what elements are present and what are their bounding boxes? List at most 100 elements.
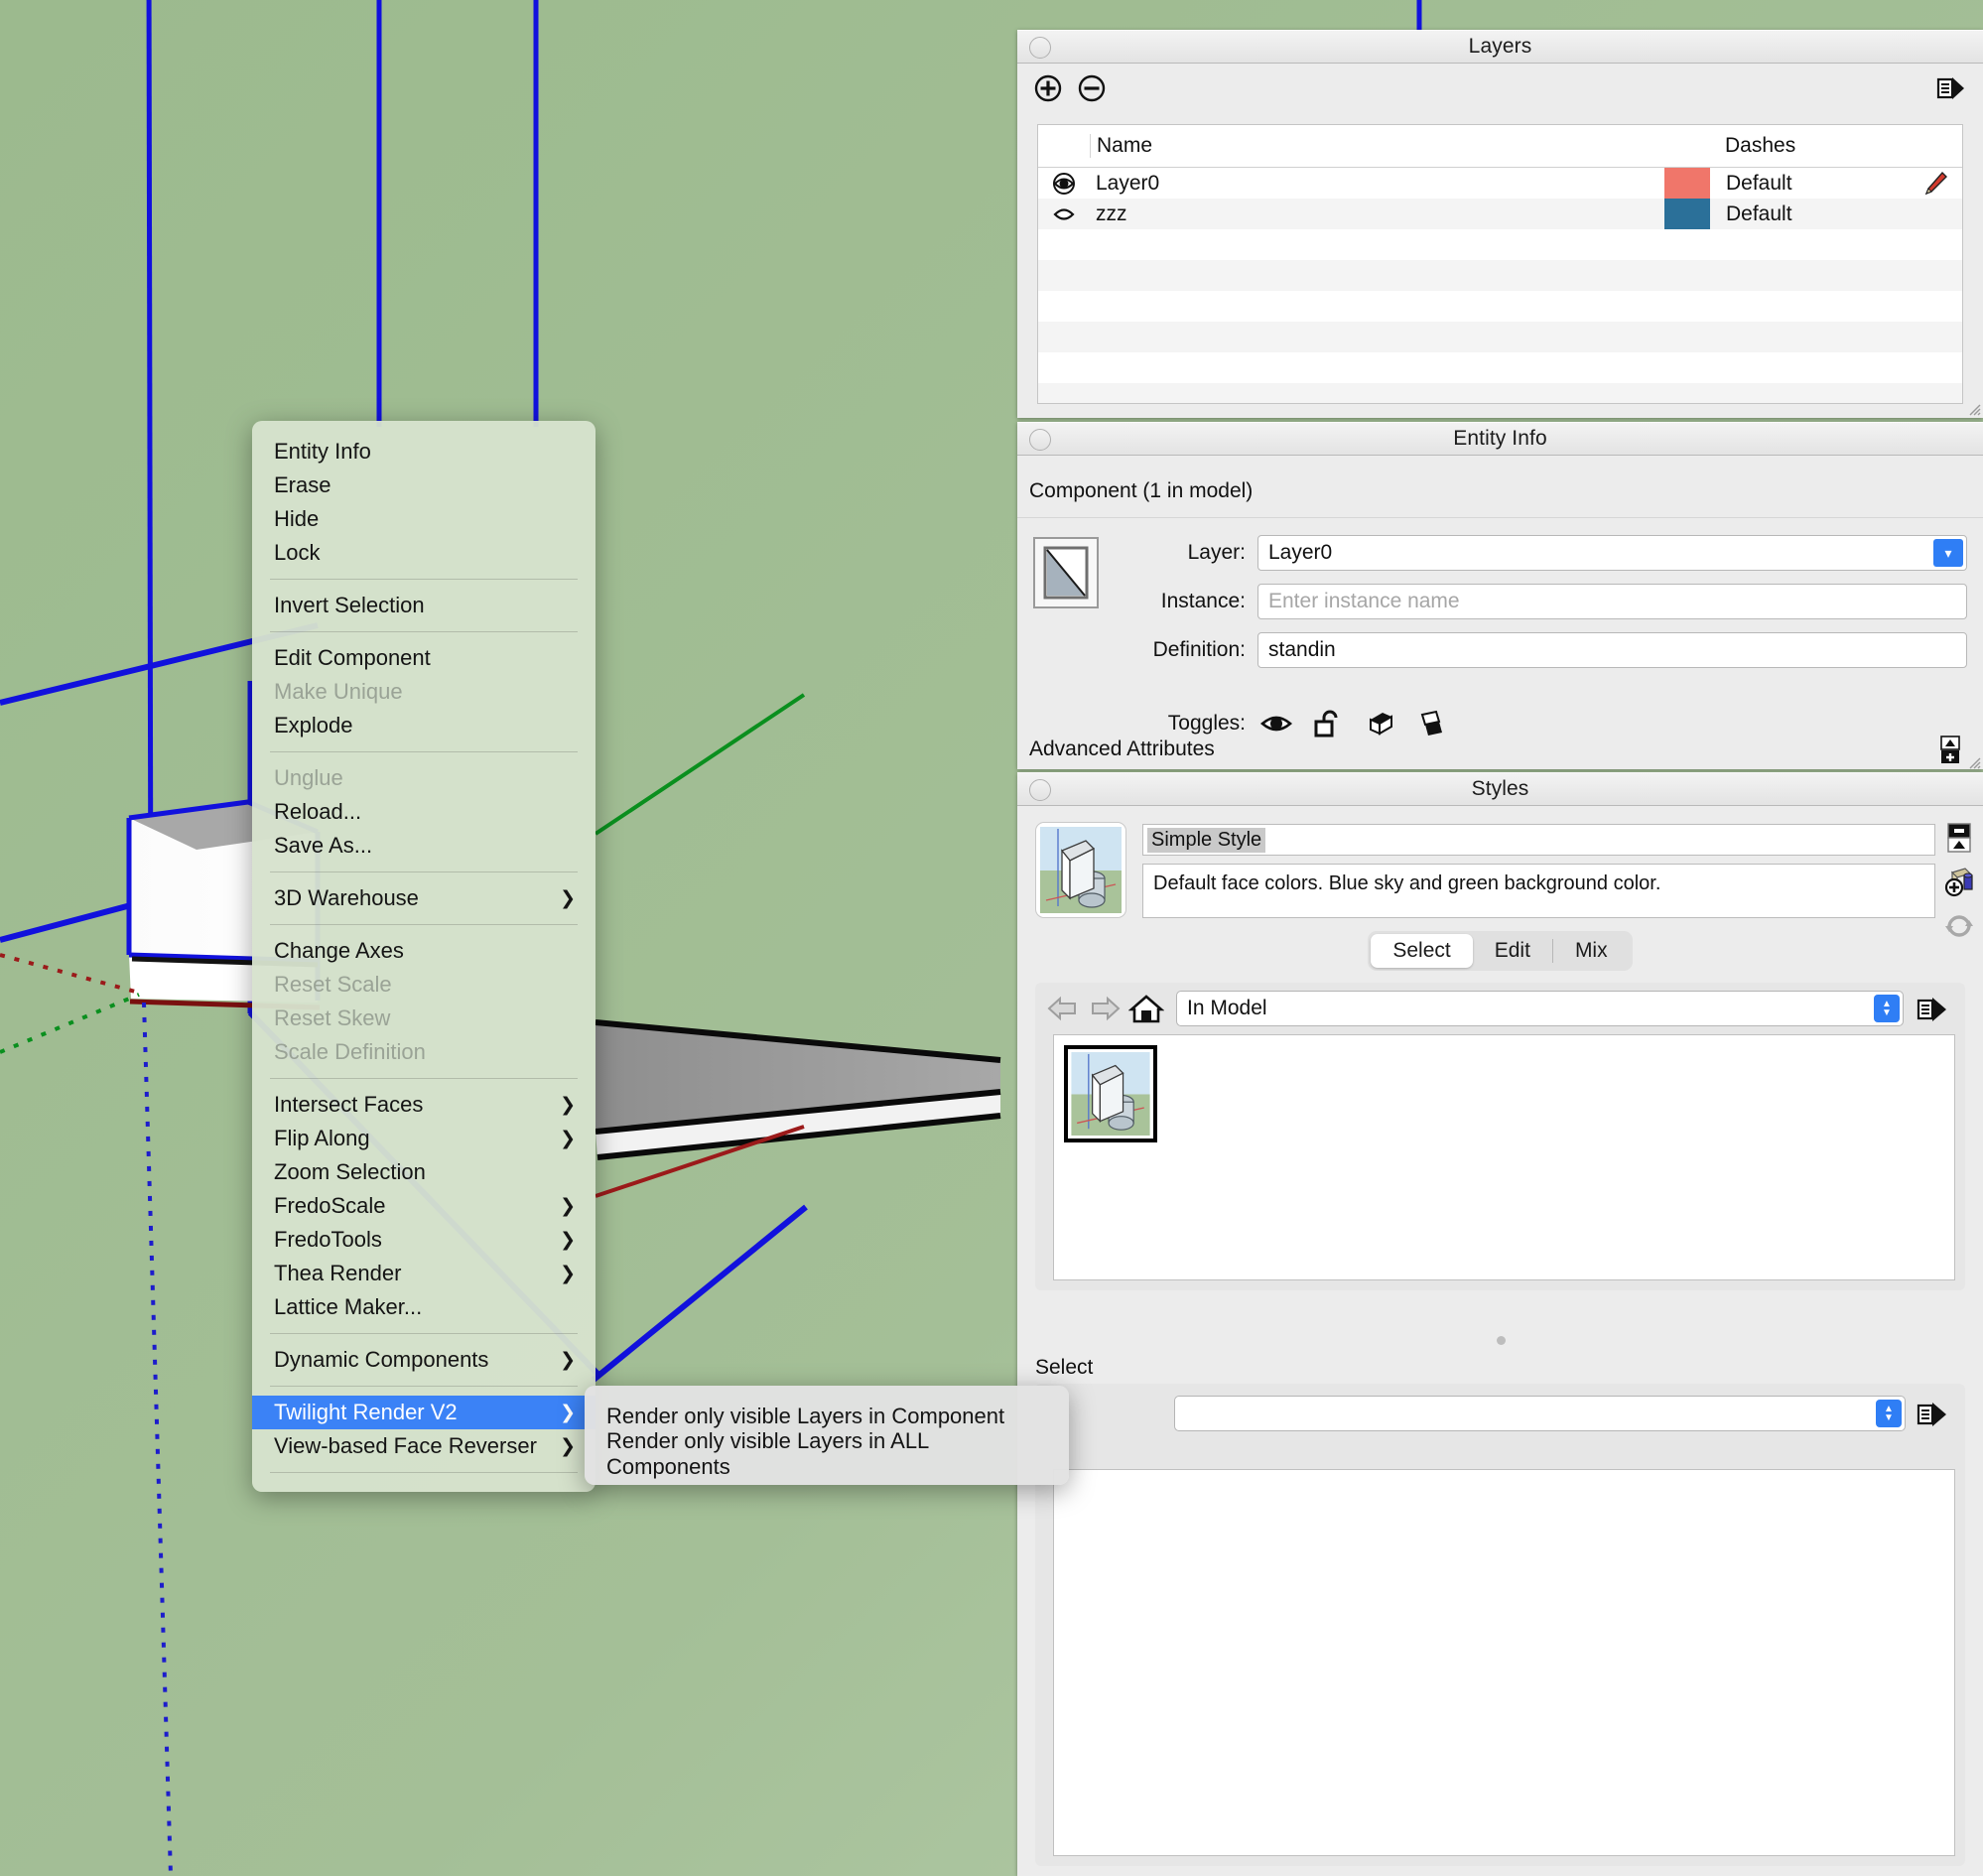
menu-item-reload[interactable]: Reload... (252, 795, 595, 829)
style-description-input[interactable]: Default face colors. Blue sky and green … (1142, 864, 1935, 918)
layers-options-button[interactable] (1933, 71, 1967, 105)
chevron-down-icon[interactable]: ▾ (1933, 539, 1963, 567)
definition-name-input[interactable]: standin (1257, 632, 1967, 668)
menu-item-invert-selection[interactable]: Invert Selection (252, 589, 595, 622)
receive-shadows-icon[interactable] (1414, 709, 1448, 738)
styles-titlebar[interactable]: Styles (1017, 772, 1983, 806)
stepper-icon[interactable]: ▲ ▼ (1874, 995, 1900, 1022)
layer-dashes[interactable]: Default (1716, 172, 1909, 196)
entity-info-collapse-toggle[interactable] (1029, 429, 1051, 451)
menu-item-fredoscale[interactable]: FredoScale ❯ (252, 1189, 595, 1223)
create-style-icon[interactable] (1943, 866, 1975, 897)
panel-drag-handle[interactable] (1496, 1336, 1506, 1345)
add-layer-button[interactable] (1033, 73, 1063, 103)
menu-item-label: View-based Face Reverser (274, 1433, 537, 1458)
menu-item-save-as[interactable]: Save As... (252, 829, 595, 863)
menu-item-lattice-maker[interactable]: Lattice Maker... (252, 1290, 595, 1324)
menu-item-label: Twilight Render V2 (274, 1400, 458, 1424)
menu-item-label: Reset Scale (274, 972, 392, 997)
pencil-icon[interactable] (1909, 170, 1962, 198)
layers-table[interactable]: Name Dashes Layer0 Default zzz Default (1037, 124, 1963, 404)
menu-item-change-axes[interactable]: Change Axes (252, 934, 595, 968)
layers-panel[interactable]: Layers Name Dashes Layer0 Default zzz De… (1017, 30, 1983, 418)
menu-item-hide[interactable]: Hide (252, 502, 595, 536)
styles-grid[interactable] (1053, 1034, 1955, 1280)
layer-color-swatch[interactable] (1664, 168, 1716, 199)
menu-item-flip-along[interactable]: Flip Along ❯ (252, 1122, 595, 1155)
list-options-icon[interactable] (1914, 1398, 1949, 1429)
layer-combobox-value: Layer0 (1268, 541, 1333, 564)
tab-select[interactable]: Select (1371, 934, 1473, 968)
menu-item-lock[interactable]: Lock (252, 536, 595, 570)
menu-item-3d-warehouse[interactable]: 3D Warehouse ❯ (252, 881, 595, 915)
menu-item-fredotools[interactable]: FredoTools ❯ (252, 1223, 595, 1257)
layer-name[interactable]: zzz (1090, 202, 1664, 226)
table-row[interactable]: Layer0 Default (1038, 168, 1962, 199)
layer-visibility-toggle[interactable] (1038, 171, 1090, 197)
list-options-icon[interactable] (1914, 993, 1949, 1024)
list-item[interactable] (1064, 1045, 1157, 1142)
table-row[interactable]: zzz Default (1038, 199, 1962, 229)
layer-combobox[interactable]: Layer0 ▾ (1257, 535, 1967, 571)
menu-item-label: Entity Info (274, 439, 371, 464)
styles-lower-grid[interactable] (1053, 1469, 1955, 1856)
submenu-item-render-only-visible-layers-in-all-components[interactable]: Render only visible Layers in ALL Compon… (585, 1428, 1069, 1479)
style-name-input[interactable]: Simple Style (1142, 824, 1935, 856)
styles-lower-select[interactable]: ▲ ▼ (1174, 1396, 1906, 1431)
menu-item-dynamic-components[interactable]: Dynamic Components ❯ (252, 1343, 595, 1377)
header-dashes: Dashes (1725, 134, 1796, 157)
menu-item-twilight-render-v2[interactable]: Twilight Render V2 ❯ (252, 1396, 595, 1429)
unlock-icon[interactable] (1311, 709, 1345, 738)
forward-arrow-icon[interactable] (1087, 993, 1123, 1024)
menu-item-erase[interactable]: Erase (252, 469, 595, 502)
context-submenu[interactable]: Render only visible Layers in Component R… (585, 1386, 1069, 1485)
styles-collapse-toggle[interactable] (1029, 779, 1051, 801)
remove-layer-button[interactable] (1077, 73, 1107, 103)
cast-shadows-icon[interactable] (1363, 709, 1396, 738)
layers-collapse-toggle[interactable] (1029, 37, 1051, 59)
menu-item-intersect-faces[interactable]: Intersect Faces ❯ (252, 1088, 595, 1122)
context-menu[interactable]: Entity Info Erase Hide Lock Invert Selection… (252, 421, 595, 1492)
menu-item-explode[interactable]: Explode (252, 709, 595, 742)
styles-panel[interactable]: Styles Simple Style Default face colors.… (1017, 772, 1983, 1876)
menu-item-scale-definition: Scale Definition (252, 1035, 595, 1069)
layer-dashes[interactable]: Default (1716, 202, 1909, 226)
home-icon[interactable] (1127, 993, 1165, 1024)
menu-item-view-based-face-reverser[interactable]: View-based Face Reverser ❯ (252, 1429, 595, 1463)
styles-panel-title: Styles (1471, 777, 1529, 800)
menu-item-entity-info[interactable]: Entity Info (252, 435, 595, 469)
tab-edit[interactable]: Edit (1473, 934, 1552, 968)
styles-browser: In Model ▲ ▼ (1035, 983, 1965, 1290)
styles-lower-nav-row: ▲ ▼ (1035, 1384, 1965, 1443)
layers-titlebar[interactable]: Layers (1017, 30, 1983, 64)
chevron-right-icon: ❯ (560, 1349, 576, 1371)
layers-resize-grip[interactable] (1967, 402, 1981, 416)
instance-name-input[interactable]: Enter instance name (1257, 584, 1967, 619)
layer-color-swatch[interactable] (1664, 199, 1716, 229)
layer-visibility-toggle[interactable] (1038, 201, 1090, 227)
expand-collapse-icon[interactable] (1939, 736, 1961, 765)
menu-item-label: Reload... (274, 799, 362, 824)
eye-icon[interactable] (1259, 709, 1293, 738)
style-preview-icon[interactable] (1035, 822, 1126, 918)
empty-row (1038, 260, 1962, 291)
menu-item-zoom-selection[interactable]: Zoom Selection (252, 1155, 595, 1189)
stepper-icon[interactable]: ▲ ▼ (1876, 1400, 1902, 1427)
entity-info-titlebar[interactable]: Entity Info (1017, 422, 1983, 456)
styles-lower-browser: ▲ ▼ (1035, 1384, 1965, 1866)
menu-item-edit-component[interactable]: Edit Component (252, 641, 595, 675)
entity-info-resize-grip[interactable] (1967, 755, 1981, 769)
display-settings-icon[interactable] (1943, 822, 1975, 854)
back-arrow-icon[interactable] (1045, 993, 1081, 1024)
empty-row (1038, 229, 1962, 260)
entity-info-fields: Layer: Layer0 ▾ Instance: Enter instance… (1126, 535, 1967, 681)
style-collection-select[interactable]: In Model ▲ ▼ (1176, 991, 1904, 1026)
chevron-right-icon: ❯ (560, 1195, 576, 1217)
menu-item-thea-render[interactable]: Thea Render ❯ (252, 1257, 595, 1290)
menu-item-label: Erase (274, 472, 331, 497)
menu-item-reset-scale: Reset Scale (252, 968, 595, 1002)
tab-mix[interactable]: Mix (1553, 934, 1630, 968)
entity-info-panel[interactable]: Entity Info Component (1 in model) Layer… (1017, 422, 1983, 769)
advanced-attributes-label[interactable]: Advanced Attributes (1029, 737, 1215, 761)
layer-name[interactable]: Layer0 (1090, 172, 1664, 196)
